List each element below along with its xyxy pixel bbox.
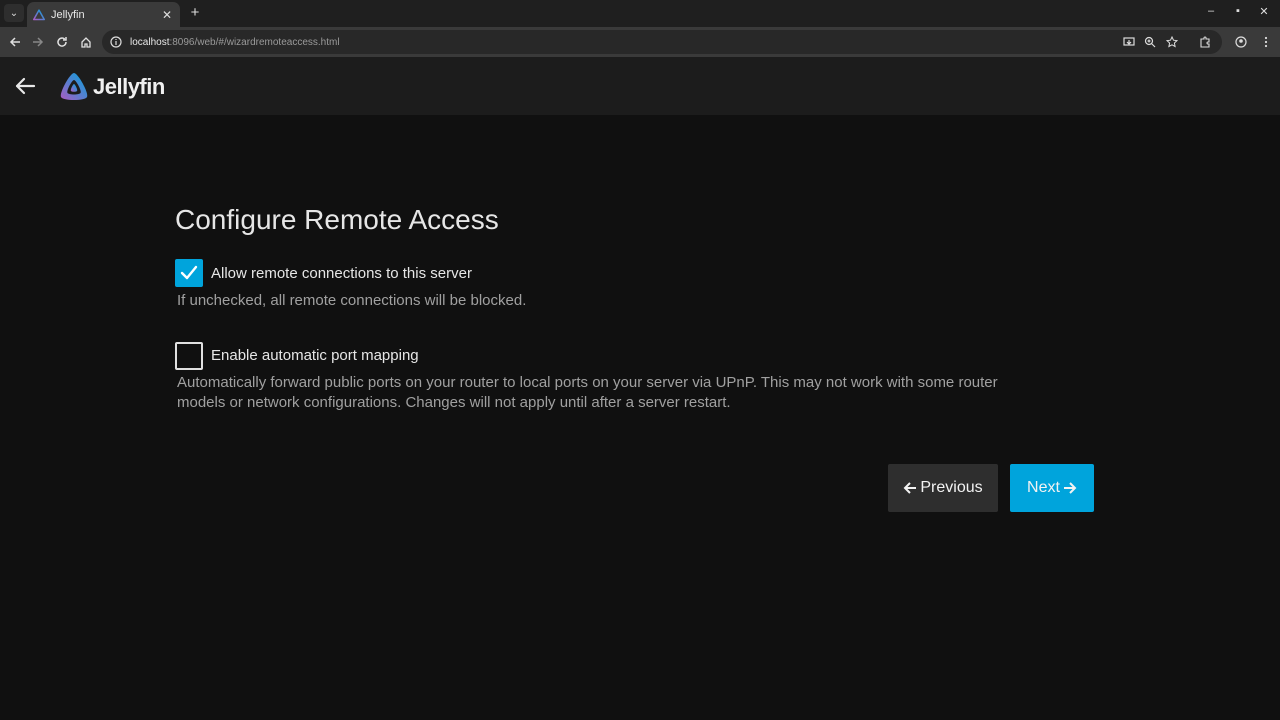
browser-toolbar: localhost:8096/web/#/wizardremoteaccess.…	[0, 27, 1280, 57]
page-title: Configure Remote Access	[175, 204, 499, 235]
previous-button-label: Previous	[920, 479, 983, 496]
zoom-icon	[1144, 36, 1156, 48]
tab-list-button[interactable]: ⌄	[4, 4, 24, 22]
address-bar[interactable]: localhost:8096/web/#/wizardremoteaccess.…	[102, 30, 1222, 54]
home-button[interactable]	[77, 33, 95, 51]
profile-button[interactable]	[1232, 33, 1250, 51]
next-button[interactable]: Next	[1010, 464, 1094, 512]
reload-icon	[57, 37, 67, 47]
extensions-button[interactable]	[1196, 33, 1214, 51]
puzzle-icon	[1200, 36, 1210, 48]
next-button-label: Next	[1027, 479, 1060, 496]
back-arrow-icon[interactable]	[14, 76, 36, 96]
allow-remote-label[interactable]: Allow remote connections to this server	[211, 265, 472, 282]
zoom-button[interactable]	[1141, 33, 1159, 51]
bookmark-button[interactable]	[1163, 33, 1181, 51]
forward-button[interactable]	[29, 33, 47, 51]
app-header: Jellyfin	[0, 57, 1280, 115]
maximize-button[interactable]: ▪	[1231, 5, 1245, 17]
arrow-left-icon	[903, 482, 917, 494]
home-icon	[81, 37, 91, 48]
url-host: localhost	[130, 36, 170, 48]
tab-close-icon[interactable]: ✕	[160, 8, 174, 22]
jellyfin-favicon-icon	[33, 8, 45, 20]
url-path: :8096/web/#/wizardremoteaccess.html	[169, 36, 340, 48]
profile-icon	[1235, 36, 1247, 48]
install-app-button[interactable]	[1120, 33, 1138, 51]
site-info-icon[interactable]	[110, 36, 122, 48]
port-mapping-label[interactable]: Enable automatic port mapping	[211, 347, 419, 364]
tab-title: Jellyfin	[51, 8, 85, 21]
checkmark-icon	[180, 265, 198, 280]
jellyfin-logo-icon	[60, 73, 88, 100]
new-tab-button[interactable]: +	[187, 4, 203, 22]
star-icon	[1166, 36, 1178, 48]
install-icon	[1123, 37, 1135, 46]
kebab-menu-icon	[1264, 36, 1268, 48]
reload-button[interactable]	[53, 33, 71, 51]
back-button[interactable]	[6, 33, 24, 51]
allow-remote-description: If unchecked, all remote connections wil…	[177, 292, 527, 309]
wizard-content: Configure Remote Access Allow remote con…	[0, 115, 1280, 720]
arrow-right-icon	[1063, 482, 1077, 494]
browser-menu-button[interactable]	[1257, 33, 1275, 51]
brand-name: Jellyfin	[93, 74, 165, 99]
close-window-button[interactable]: ✕	[1257, 5, 1271, 18]
minimize-button[interactable]: –	[1204, 5, 1218, 17]
browser-tab-bar: ⌄ Jellyfin ✕ + – ▪ ✕	[0, 0, 1280, 27]
port-mapping-description-line2: models or network configurations. Change…	[177, 394, 731, 411]
browser-tab[interactable]: Jellyfin ✕	[27, 2, 180, 27]
allow-remote-checkbox[interactable]	[175, 259, 203, 287]
port-mapping-description-line1: Automatically forward public ports on yo…	[177, 374, 998, 391]
previous-button[interactable]: Previous	[888, 464, 998, 512]
port-mapping-checkbox[interactable]	[175, 342, 203, 370]
arrow-left-icon	[9, 37, 20, 47]
arrow-right-icon	[33, 37, 44, 47]
